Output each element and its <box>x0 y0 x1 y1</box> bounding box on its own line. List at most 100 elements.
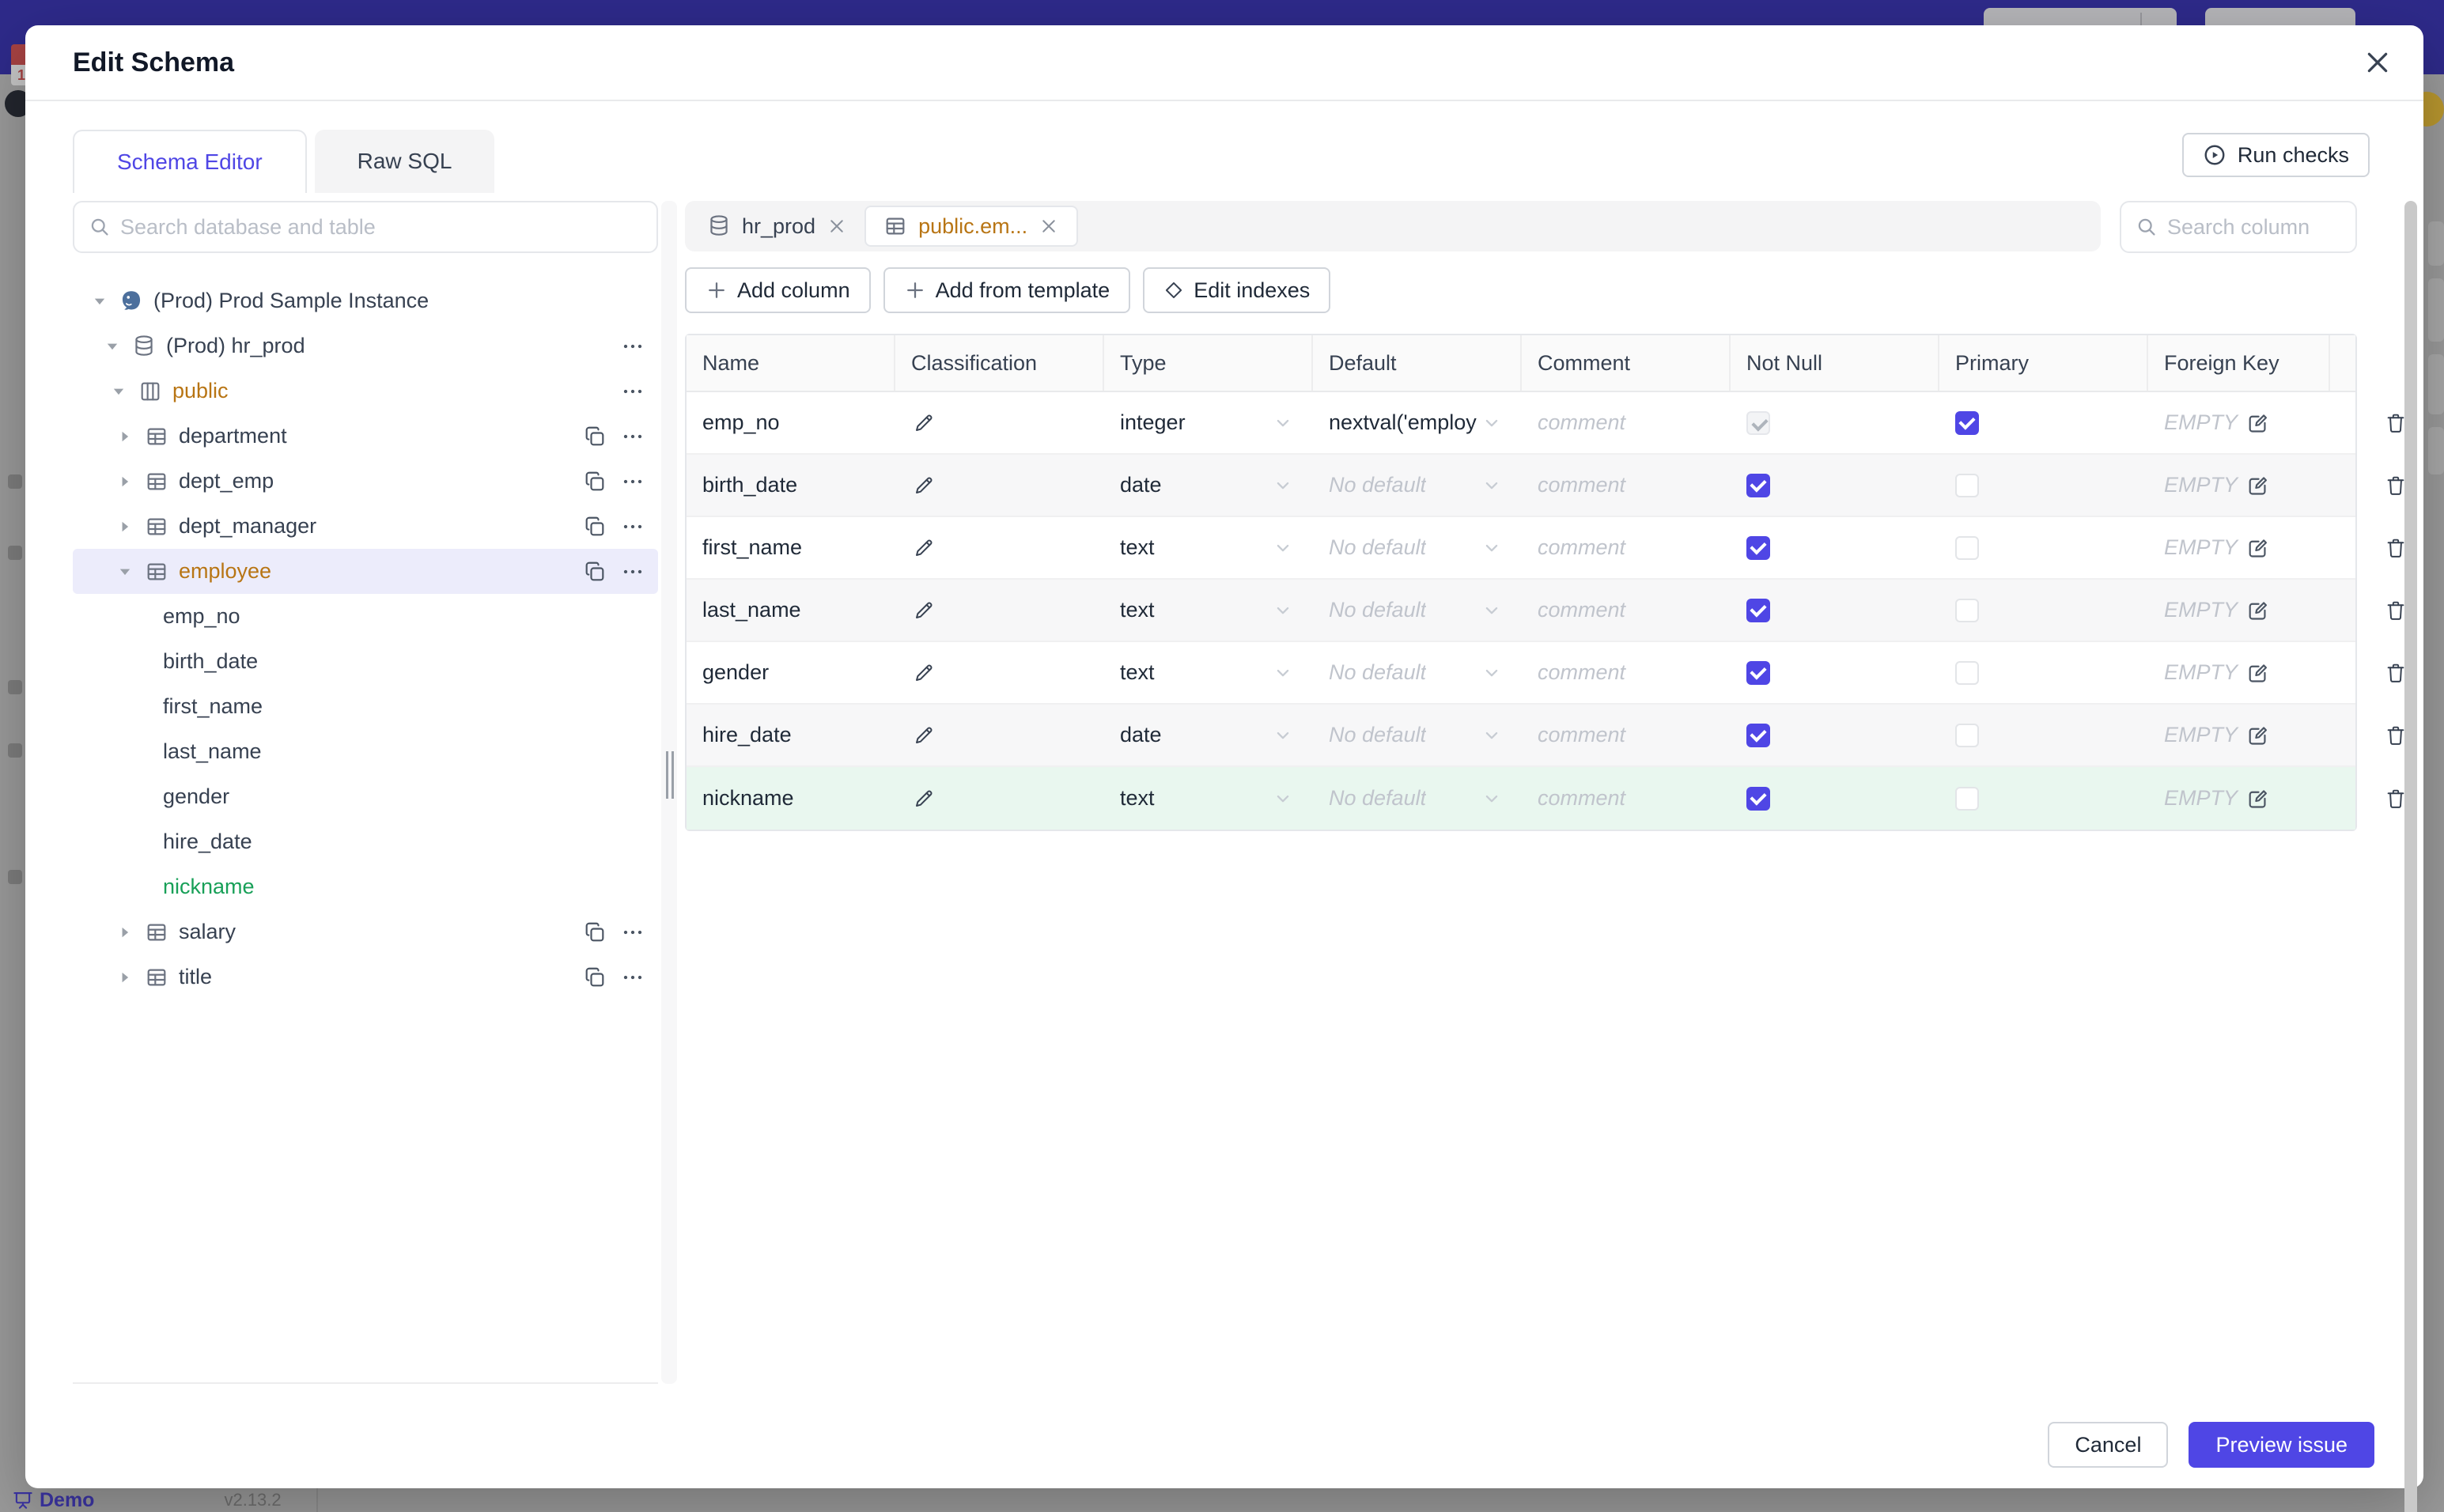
preview-issue-button[interactable]: Preview issue <box>2189 1422 2374 1468</box>
more-options-icon[interactable] <box>620 424 645 449</box>
tab-chip-public-employee[interactable]: public.em... <box>864 206 1079 247</box>
edit-foreign-key-icon[interactable] <box>2245 660 2271 686</box>
column-name[interactable]: birth_date <box>702 473 797 497</box>
column-search-input[interactable] <box>2167 214 2444 240</box>
copy-icon[interactable] <box>582 424 607 449</box>
default-select[interactable]: No default <box>1313 455 1522 516</box>
caret-icon[interactable] <box>114 966 136 988</box>
tree-item[interactable]: department <box>73 414 658 459</box>
modal-scrollbar[interactable] <box>2404 201 2417 1512</box>
tree-item[interactable]: salary <box>73 909 658 954</box>
not-null-checkbox[interactable] <box>1746 598 1770 622</box>
default-select[interactable]: No default <box>1313 642 1522 703</box>
tree-item[interactable]: dept_emp <box>73 459 658 504</box>
not-null-checkbox[interactable] <box>1746 786 1770 811</box>
comment-input[interactable]: comment <box>1538 786 1625 811</box>
classification-edit-icon[interactable] <box>911 660 936 686</box>
edit-foreign-key-icon[interactable] <box>2245 786 2271 811</box>
panel-resize-handle[interactable] <box>666 751 674 799</box>
default-select[interactable]: No default <box>1313 517 1522 578</box>
not-null-checkbox[interactable] <box>1746 723 1770 747</box>
type-select[interactable]: text <box>1104 580 1313 641</box>
caret-icon[interactable] <box>114 516 136 538</box>
more-options-icon[interactable] <box>620 965 645 990</box>
edit-indexes-button[interactable]: Edit indexes <box>1143 267 1331 313</box>
add-from-template-button[interactable]: Add from template <box>883 267 1131 313</box>
caret-icon[interactable] <box>101 335 123 357</box>
primary-checkbox[interactable] <box>1955 723 1979 747</box>
not-null-checkbox[interactable] <box>1746 660 1770 685</box>
primary-checkbox[interactable] <box>1955 410 1979 435</box>
primary-checkbox[interactable] <box>1955 473 1979 497</box>
column-name[interactable]: nickname <box>702 786 794 811</box>
more-options-icon[interactable] <box>620 514 645 539</box>
default-select[interactable]: No default <box>1313 705 1522 765</box>
tree-item[interactable]: dept_manager <box>73 504 658 549</box>
primary-checkbox[interactable] <box>1955 535 1979 560</box>
type-select[interactable]: date <box>1104 705 1313 765</box>
copy-icon[interactable] <box>582 514 607 539</box>
copy-icon[interactable] <box>582 559 607 584</box>
caret-icon[interactable] <box>114 471 136 493</box>
tree-item[interactable]: emp_no <box>73 594 658 639</box>
more-options-icon[interactable] <box>620 469 645 494</box>
more-options-icon[interactable] <box>620 379 645 404</box>
copy-icon[interactable] <box>582 965 607 990</box>
comment-input[interactable]: comment <box>1538 660 1625 685</box>
column-name[interactable]: gender <box>702 660 769 685</box>
tab-chip-hr-prod[interactable]: hr_prod <box>690 206 864 247</box>
close-tab-icon[interactable] <box>1039 216 1059 236</box>
edit-foreign-key-icon[interactable] <box>2245 535 2271 561</box>
tree-search-input[interactable] <box>120 214 642 240</box>
copy-icon[interactable] <box>582 920 607 945</box>
comment-input[interactable]: comment <box>1538 723 1625 747</box>
caret-icon[interactable] <box>89 290 111 312</box>
comment-input[interactable]: comment <box>1538 473 1625 497</box>
primary-checkbox[interactable] <box>1955 660 1979 685</box>
tree-item[interactable]: last_name <box>73 729 658 774</box>
classification-edit-icon[interactable] <box>911 410 936 436</box>
more-options-icon[interactable] <box>620 920 645 945</box>
tree-item[interactable]: hire_date <box>73 819 658 864</box>
more-options-icon[interactable] <box>620 559 645 584</box>
primary-checkbox[interactable] <box>1955 598 1979 622</box>
tree-item[interactable]: gender <box>73 774 658 819</box>
classification-edit-icon[interactable] <box>911 786 936 811</box>
comment-input[interactable]: comment <box>1538 410 1625 435</box>
more-options-icon[interactable] <box>620 334 645 359</box>
type-select[interactable]: date <box>1104 455 1313 516</box>
tree-item[interactable]: employee <box>73 549 658 594</box>
classification-edit-icon[interactable] <box>911 723 936 748</box>
tree-item[interactable]: nickname <box>73 864 658 909</box>
close-tab-icon[interactable] <box>827 216 847 236</box>
type-select[interactable]: text <box>1104 517 1313 578</box>
edit-foreign-key-icon[interactable] <box>2245 723 2271 748</box>
close-icon[interactable] <box>2360 45 2395 80</box>
column-name[interactable]: hire_date <box>702 723 792 747</box>
type-select[interactable]: text <box>1104 767 1313 830</box>
not-null-checkbox[interactable] <box>1746 410 1770 435</box>
copy-icon[interactable] <box>582 469 607 494</box>
tree-item[interactable]: first_name <box>73 684 658 729</box>
tree-item[interactable]: birth_date <box>73 639 658 684</box>
primary-checkbox[interactable] <box>1955 786 1979 811</box>
tree-item[interactable]: title <box>73 954 658 1000</box>
column-name[interactable]: emp_no <box>702 410 780 435</box>
not-null-checkbox[interactable] <box>1746 473 1770 497</box>
run-checks-button[interactable]: Run checks <box>2181 133 2370 177</box>
tab-raw-sql[interactable]: Raw SQL <box>314 130 495 193</box>
type-select[interactable]: text <box>1104 642 1313 703</box>
default-select[interactable]: nextval('employ <box>1313 392 1522 453</box>
type-select[interactable]: integer <box>1104 392 1313 453</box>
edit-foreign-key-icon[interactable] <box>2245 410 2271 436</box>
cancel-button[interactable]: Cancel <box>2048 1422 2169 1468</box>
column-name[interactable]: first_name <box>702 535 802 560</box>
add-column-button[interactable]: Add column <box>685 267 871 313</box>
comment-input[interactable]: comment <box>1538 598 1625 622</box>
classification-edit-icon[interactable] <box>911 535 936 561</box>
caret-icon[interactable] <box>114 921 136 943</box>
caret-icon[interactable] <box>108 380 130 403</box>
default-select[interactable]: No default <box>1313 767 1522 830</box>
tree-item[interactable]: (Prod) Prod Sample Instance <box>73 278 658 323</box>
comment-input[interactable]: comment <box>1538 535 1625 560</box>
